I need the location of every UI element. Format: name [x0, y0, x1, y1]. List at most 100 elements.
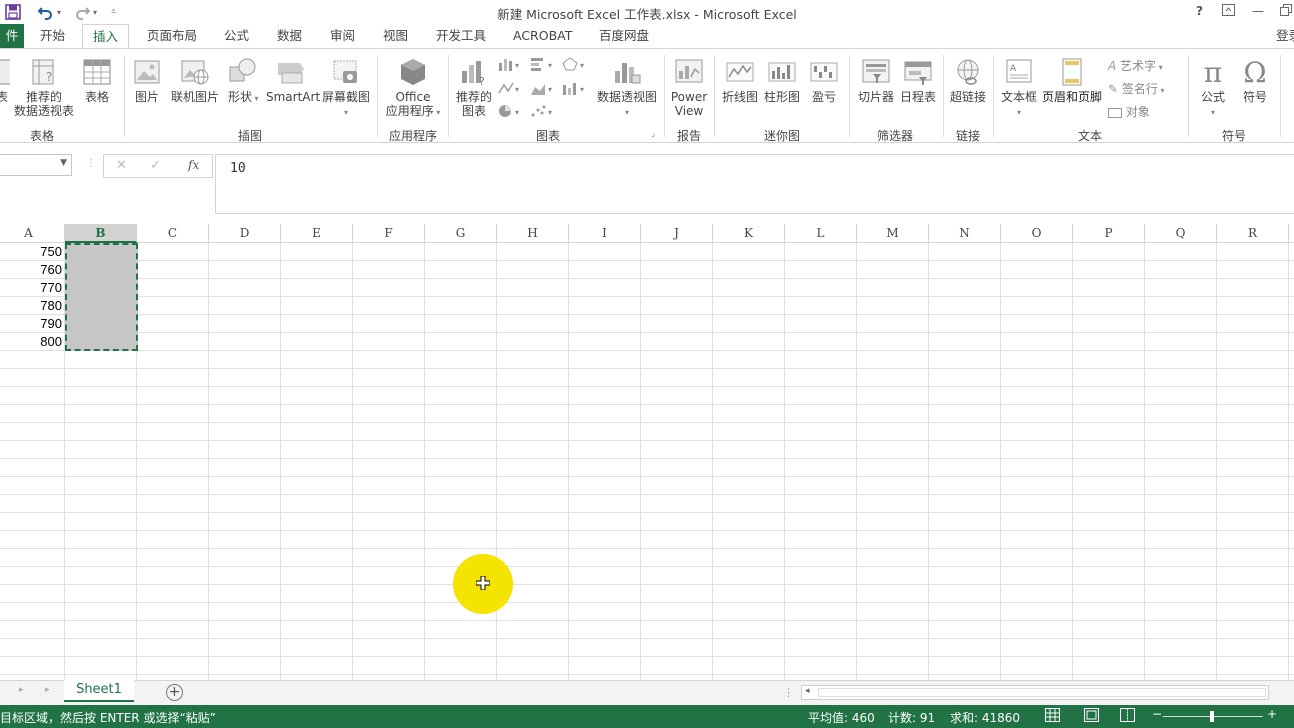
- cancel-button[interactable]: ✕: [116, 158, 127, 173]
- signature-line-button[interactable]: ✎ 签名行 ▾: [1108, 80, 1164, 97]
- column-header-f[interactable]: F: [353, 224, 425, 243]
- column-header-m[interactable]: M: [857, 224, 929, 243]
- pie-chart-icon[interactable]: ▾: [498, 103, 524, 119]
- ribbon-display-icon[interactable]: [1222, 4, 1235, 19]
- column-header-c[interactable]: C: [137, 224, 209, 243]
- slicer-button[interactable]: 切片器: [855, 57, 897, 104]
- page-break-view-icon[interactable]: [1120, 708, 1135, 725]
- power-view-button[interactable]: Power View: [668, 57, 710, 118]
- cell-a3[interactable]: 770: [0, 279, 65, 297]
- column-header-a[interactable]: A: [0, 224, 65, 243]
- formula-input[interactable]: 10: [215, 154, 1294, 214]
- cell-a4[interactable]: 780: [0, 297, 65, 315]
- pivot-table-button[interactable]: 表: [0, 57, 10, 104]
- name-box-dropdown-icon[interactable]: ▼: [60, 158, 67, 168]
- cell-a6[interactable]: 800: [0, 333, 65, 351]
- picture-button[interactable]: 图片: [132, 57, 162, 104]
- bar-chart-icon[interactable]: ▾: [530, 57, 558, 71]
- sign-in-link[interactable]: 登录: [1276, 24, 1294, 49]
- zoom-slider[interactable]: [1163, 711, 1263, 722]
- zoom-slider-thumb[interactable]: [1210, 711, 1214, 722]
- line-chart-icon[interactable]: ▾: [498, 81, 524, 95]
- column-header-d[interactable]: D: [209, 224, 281, 243]
- tab-developer[interactable]: 开发工具: [436, 24, 486, 49]
- scroll-left-icon[interactable]: ◂: [805, 686, 810, 696]
- ribbon-separator: [849, 55, 850, 137]
- sparkline-winloss-button[interactable]: 盈亏: [806, 57, 842, 104]
- sparkline-line-button[interactable]: 折线图: [720, 57, 760, 104]
- cell-a1[interactable]: 750: [0, 243, 65, 261]
- column-header-l[interactable]: L: [785, 224, 857, 243]
- combo-chart-icon[interactable]: ▾: [562, 81, 590, 95]
- object-button[interactable]: 对象: [1108, 103, 1150, 120]
- column-chart-icon[interactable]: ▾: [498, 57, 524, 71]
- office-apps-button[interactable]: Office 应用程序 ▾: [382, 57, 444, 120]
- column-header-e[interactable]: E: [281, 224, 353, 243]
- help-button[interactable]: ?: [1196, 4, 1203, 18]
- tab-baidu[interactable]: 百度网盘: [599, 24, 649, 49]
- tab-acrobat[interactable]: ACROBAT: [513, 24, 572, 49]
- worksheet-grid[interactable]: ABCDEFGHIJKLMNOPQR 750760770780790800860…: [0, 224, 1294, 680]
- sheet-scroll-right-icon[interactable]: ▸: [45, 685, 50, 695]
- sheet-scroll-left-icon[interactable]: ▸: [19, 685, 24, 695]
- zoom-out-button[interactable]: −: [1152, 707, 1162, 721]
- scrollbar-thumb[interactable]: [818, 688, 1266, 697]
- column-header-j[interactable]: J: [641, 224, 713, 243]
- equation-button[interactable]: π 公式 ▾: [1196, 57, 1230, 120]
- new-sheet-button[interactable]: +: [166, 684, 183, 701]
- charts-dialog-launcher-icon[interactable]: ⌟: [651, 129, 655, 139]
- column-header-n[interactable]: N: [929, 224, 1001, 243]
- tab-formulas[interactable]: 公式: [224, 24, 249, 49]
- column-header-o[interactable]: O: [1001, 224, 1073, 243]
- column-header-q[interactable]: Q: [1145, 224, 1217, 243]
- zoom-in-button[interactable]: +: [1267, 707, 1277, 721]
- smartart-button[interactable]: SmartArt: [266, 57, 320, 104]
- normal-view-icon[interactable]: [1045, 708, 1060, 725]
- radar-chart-icon[interactable]: ▾: [562, 57, 590, 71]
- column-header-b[interactable]: B: [65, 224, 137, 243]
- name-box[interactable]: ▼: [0, 154, 72, 176]
- area-chart-icon[interactable]: ▾: [530, 81, 558, 95]
- tab-data[interactable]: 数据: [277, 24, 302, 49]
- horizontal-scrollbar[interactable]: ◂: [801, 685, 1269, 700]
- sparkline-column-button[interactable]: 柱形图: [762, 57, 802, 104]
- enter-button[interactable]: ✓: [150, 158, 161, 173]
- cell-a5[interactable]: 790: [0, 315, 65, 333]
- column-header-i[interactable]: I: [569, 224, 641, 243]
- column-header-p[interactable]: P: [1073, 224, 1145, 243]
- timeline-button[interactable]: 日程表: [898, 57, 938, 104]
- sheet-tab-sheet1[interactable]: Sheet1: [64, 680, 134, 702]
- tab-file[interactable]: 件: [0, 24, 24, 49]
- pivot-chart-button[interactable]: 数据透视图 ▾: [595, 57, 659, 120]
- column-header-g[interactable]: G: [425, 224, 497, 243]
- insert-function-button[interactable]: fx: [188, 158, 199, 172]
- column-header-r[interactable]: R: [1217, 224, 1289, 243]
- page-layout-view-icon[interactable]: [1084, 708, 1099, 725]
- online-picture-button[interactable]: 联机图片: [170, 57, 220, 104]
- column-header-k[interactable]: K: [713, 224, 785, 243]
- tab-split-handle-icon[interactable]: ⋮: [783, 686, 794, 699]
- scatter-chart-icon[interactable]: ▾: [530, 103, 558, 119]
- cell-area[interactable]: 750760770780790800860870880890900910: [0, 243, 1294, 680]
- screenshot-button[interactable]: 屏幕截图 ▾: [321, 57, 371, 120]
- tab-view[interactable]: 视图: [383, 24, 408, 49]
- minimize-button[interactable]: —: [1252, 4, 1264, 18]
- tab-review[interactable]: 审阅: [330, 24, 355, 49]
- table-button[interactable]: 表格: [82, 57, 112, 104]
- cell-a2[interactable]: 760: [0, 261, 65, 279]
- hyperlink-button[interactable]: 超链接: [948, 57, 988, 104]
- tab-home[interactable]: 开始: [40, 24, 65, 49]
- header-footer-button[interactable]: 页眉和页脚: [1041, 57, 1103, 104]
- copy-selection-range[interactable]: [65, 243, 138, 351]
- restore-icon[interactable]: [1280, 4, 1292, 19]
- tab-page-layout[interactable]: 页面布局: [147, 24, 197, 49]
- column-header-h[interactable]: H: [497, 224, 569, 243]
- tab-insert[interactable]: 插入: [82, 24, 130, 49]
- slicer-icon: [862, 59, 890, 83]
- recommended-charts-button[interactable]: ? 推荐的 图表: [454, 57, 494, 118]
- shapes-button[interactable]: 形状 ▾: [228, 57, 259, 106]
- recommended-pivot-button[interactable]: ? 推荐的 数据透视表: [13, 57, 75, 118]
- symbol-button[interactable]: Ω 符号: [1238, 57, 1272, 105]
- textbox-button[interactable]: A 文本框 ▾: [999, 57, 1039, 120]
- wordart-button[interactable]: A 艺术字 ▾: [1108, 57, 1163, 74]
